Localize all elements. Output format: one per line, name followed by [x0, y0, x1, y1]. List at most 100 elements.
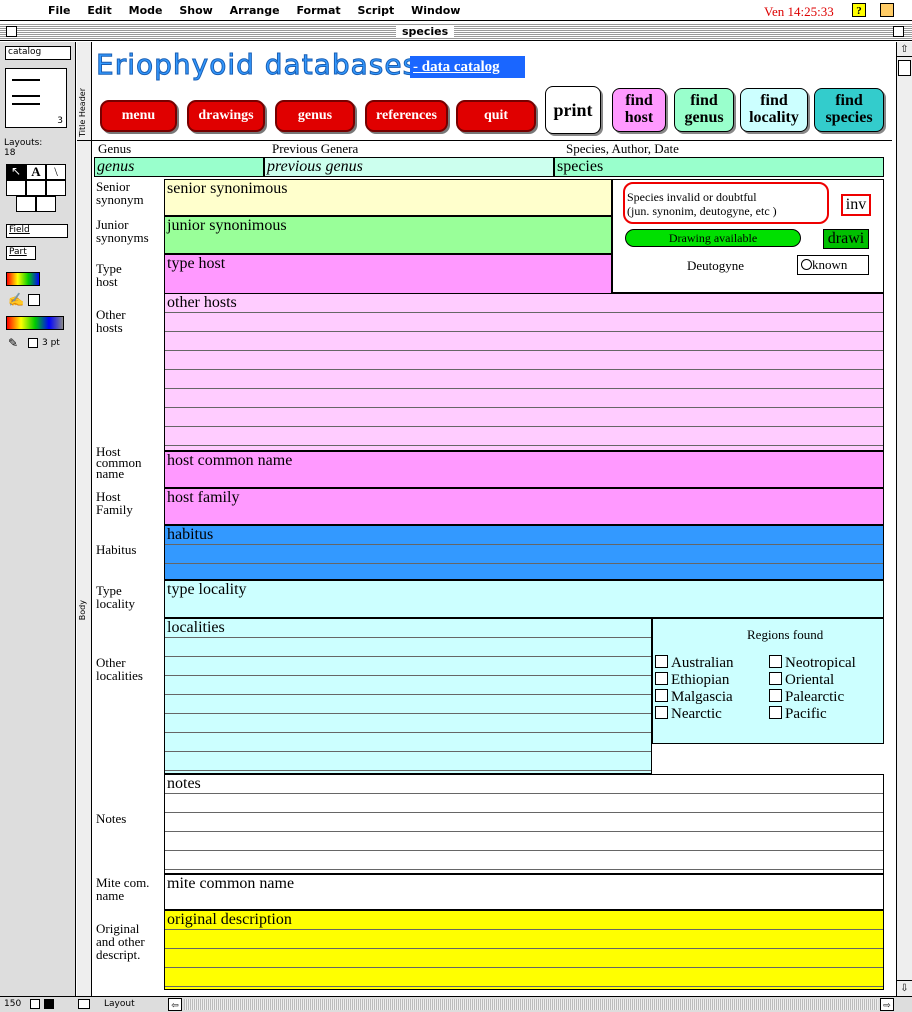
scroll-thumb[interactable]	[898, 60, 911, 76]
other-hosts-label: Other hosts	[96, 307, 126, 335]
scroll-left-arrow-icon[interactable]: ⇦	[168, 998, 182, 1011]
page-title: Eriophyoid databases	[95, 48, 419, 82]
type-locality-field[interactable]: type locality	[164, 580, 884, 618]
zoom-box-icon[interactable]	[893, 26, 904, 37]
part-label-strip: Title Header Body	[77, 42, 92, 996]
text-tool-icon[interactable]: A	[26, 164, 46, 180]
quit-button[interactable]: quit	[456, 100, 536, 132]
window-title-bar[interactable]: species	[0, 23, 912, 41]
notes-field[interactable]: notes	[164, 774, 884, 874]
apple-icon[interactable]: 	[18, 2, 29, 18]
previous-genus-field[interactable]: previous genus	[264, 157, 554, 177]
field-tool[interactable]: Field	[6, 224, 68, 238]
menu-arrange[interactable]: Arrange	[230, 4, 280, 17]
rectangle-tool-icon[interactable]	[6, 180, 26, 196]
region-oriental-checkbox[interactable]: Oriental	[769, 672, 856, 689]
help-icon[interactable]: ?	[852, 3, 866, 17]
host-family-field[interactable]: host family	[164, 488, 884, 525]
layout-number: 3	[57, 116, 63, 126]
menu-file[interactable]: File	[48, 4, 71, 17]
junior-synonyms-label: Junior synonyms	[96, 217, 149, 245]
close-box-icon[interactable]	[6, 26, 17, 37]
habitus-field[interactable]: habitus	[164, 525, 884, 580]
zoom-in-icon[interactable]	[30, 999, 40, 1009]
pointer-tool-icon[interactable]: ↖	[6, 164, 26, 180]
part-tool[interactable]: Part	[6, 246, 36, 260]
known-radio-icon[interactable]	[801, 259, 812, 270]
drawings-button[interactable]: drawings	[187, 100, 265, 132]
region-nearctic-checkbox[interactable]: Nearctic	[655, 706, 733, 723]
other-hosts-field[interactable]: other hosts	[164, 293, 884, 451]
scroll-right-arrow-icon[interactable]: ⇨	[880, 998, 894, 1011]
menu-edit[interactable]: Edit	[87, 4, 111, 17]
region-palearctic-checkbox[interactable]: Palearctic	[769, 689, 856, 706]
oval-tool-icon[interactable]	[46, 180, 66, 196]
region-australian-checkbox[interactable]: Australian	[655, 655, 733, 672]
line-tool-icon[interactable]: \	[46, 164, 66, 180]
zoom-level[interactable]: 150	[4, 999, 21, 1009]
print-button[interactable]: print	[545, 86, 601, 134]
region-ethiopian-checkbox[interactable]: Ethiopian	[655, 672, 733, 689]
species-field[interactable]: species	[554, 157, 884, 177]
region-neotropical-checkbox[interactable]: Neotropical	[769, 655, 856, 672]
pen-size: 3 pt	[42, 338, 60, 348]
regions-box: Regions found Australian Ethiopian Malga…	[652, 618, 884, 744]
menu-button[interactable]: menu	[100, 100, 177, 132]
mite-common-name-field[interactable]: mite common name	[164, 874, 884, 910]
body-part-label[interactable]: Body	[78, 600, 87, 620]
pen-icon[interactable]: ✎	[8, 336, 18, 351]
menu-mode[interactable]: Mode	[129, 4, 163, 17]
title-header-part-label[interactable]: Title Header	[78, 88, 87, 137]
deutogyne-known-field[interactable]: known	[797, 255, 869, 275]
region-malgascia-checkbox[interactable]: Malgascia	[655, 689, 733, 706]
fill-color-icon[interactable]	[6, 272, 40, 286]
portal-tool-icon[interactable]	[36, 196, 56, 212]
rounded-rect-tool-icon[interactable]	[26, 180, 46, 196]
host-common-name-field[interactable]: host common name	[164, 451, 884, 488]
original-description-field[interactable]: original description	[164, 910, 884, 990]
mode-popup[interactable]: Layout	[104, 999, 135, 1009]
scroll-down-arrow-icon[interactable]: ⇩	[897, 980, 912, 995]
find-genus-button[interactable]: find genus	[674, 88, 734, 132]
type-host-field[interactable]: type host	[164, 254, 612, 294]
senior-synonym-field[interactable]: senior synonimous	[164, 179, 612, 216]
menu-bar:  File Edit Mode Show Arrange Format Scr…	[0, 0, 912, 21]
menu-format[interactable]: Format	[296, 4, 340, 17]
localities-field[interactable]: localities	[164, 618, 652, 774]
type-host-label: Type host	[96, 261, 122, 289]
junior-synonyms-field[interactable]: junior synonimous	[164, 216, 612, 254]
hand-icon[interactable]: ✍	[8, 292, 24, 308]
region-pacific-checkbox[interactable]: Pacific	[769, 706, 856, 723]
zoom-out-icon[interactable]	[44, 999, 54, 1009]
regions-left-column: Australian Ethiopian Malgascia Nearctic	[655, 655, 733, 723]
host-common-name-label: Host common name	[96, 444, 142, 481]
clock: Ven 14:25:33	[764, 4, 834, 19]
vertical-scrollbar[interactable]: ⇧ ⇩	[896, 42, 912, 996]
drawing-field[interactable]: drawi	[823, 229, 869, 249]
references-button[interactable]: references	[365, 100, 448, 132]
page-subtitle: - data catalog	[410, 56, 525, 78]
copy-icon[interactable]	[28, 294, 40, 306]
regions-right-column: Neotropical Oriental Palearctic Pacific	[769, 655, 856, 723]
button-tool-icon[interactable]	[16, 196, 36, 212]
menu-show[interactable]: Show	[179, 4, 212, 17]
layout-book-icon[interactable]: 3	[5, 68, 67, 128]
find-locality-button[interactable]: find locality	[740, 88, 808, 132]
pen-size-box[interactable]	[28, 338, 38, 348]
deutogyne-label: Deutogyne	[687, 258, 745, 273]
pen-color-icon[interactable]	[6, 316, 64, 330]
status-area-toggle-icon[interactable]	[78, 999, 90, 1009]
invalid-field[interactable]: inv	[841, 194, 871, 216]
header-body-divider	[92, 140, 892, 141]
horizontal-scrollbar[interactable]	[184, 999, 878, 1010]
app-icon[interactable]	[880, 3, 894, 17]
genus-button[interactable]: genus	[275, 100, 355, 132]
genus-field[interactable]: genus	[94, 157, 264, 177]
find-host-button[interactable]: find host	[612, 88, 666, 132]
scroll-up-arrow-icon[interactable]: ⇧	[897, 42, 912, 57]
menu-script[interactable]: Script	[357, 4, 394, 17]
layout-popup[interactable]: catalog	[5, 46, 71, 60]
find-species-button[interactable]: find species	[814, 88, 884, 132]
menu-window[interactable]: Window	[411, 4, 460, 17]
status-box: Species invalid or doubtful (jun. synonim…	[612, 179, 884, 293]
